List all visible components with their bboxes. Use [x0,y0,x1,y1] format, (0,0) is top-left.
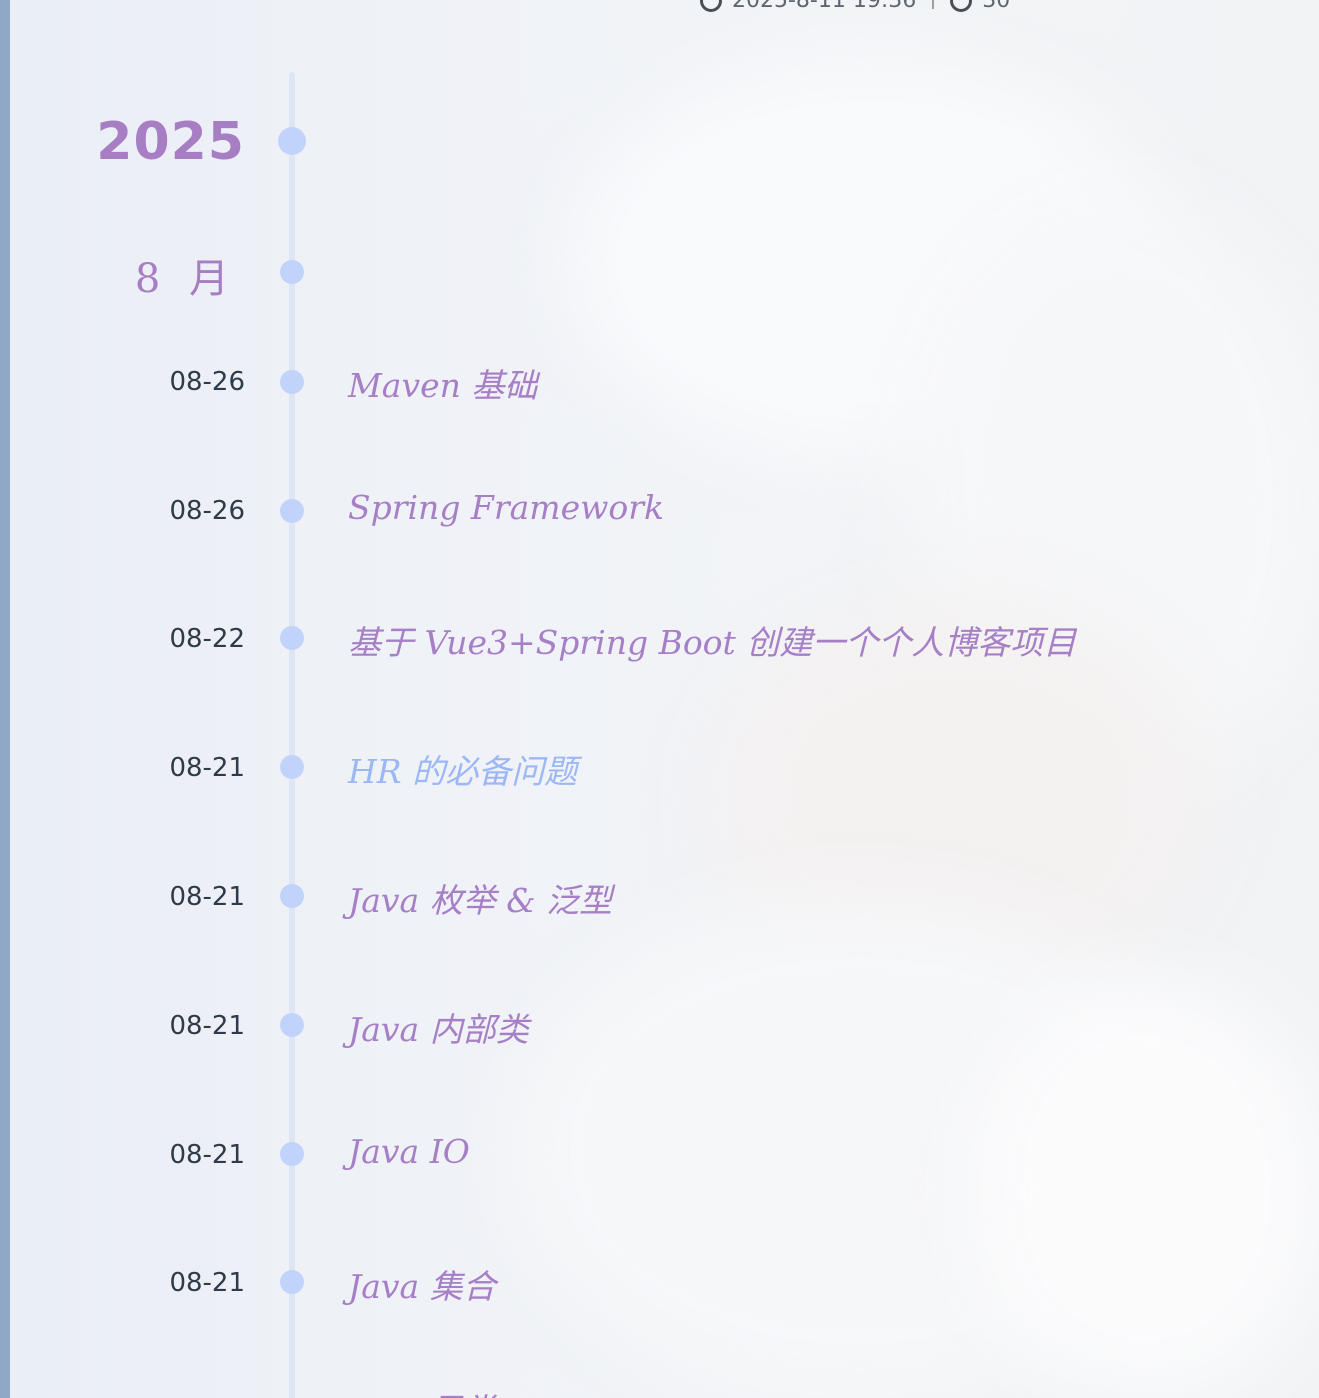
post-dot [280,755,304,779]
post-dot [280,884,304,908]
meta-divider [932,0,935,9]
post-link-java-collections[interactable]: Java 集合 [348,1260,496,1308]
post-views: 30 [982,0,1011,13]
post-date: 2025-8-11 19:36 [732,0,917,13]
post-date-label: 08-21 [169,1140,245,1170]
post-link-java-io[interactable]: Java IO [348,1132,470,1171]
year-dot [278,127,306,155]
month-dot [280,260,304,284]
post-dot [280,1270,304,1294]
post-dot [280,626,304,650]
post-dot [280,499,304,523]
post-link-hr-questions[interactable]: HR 的必备问题 [348,745,577,793]
post-date-label: 08-21 [169,1268,245,1298]
post-dot [280,370,304,394]
post-date-label: 08-21 [169,753,245,783]
background-artwork [10,0,1319,1398]
post-link-java-exceptions[interactable]: Java 异常 [348,1384,496,1398]
post-date-label: 08-21 [169,882,245,912]
post-link-vue3-spring-boot-blog[interactable]: 基于 Vue3+Spring Boot 创建一个个人博客项目 [348,616,1076,664]
post-link-java-enum-generics[interactable]: Java 枚举 & 泛型 [348,874,612,922]
post-link-spring-framework[interactable]: Spring Framework [348,488,664,527]
clock-icon [700,0,722,12]
post-link-java-inner-class[interactable]: Java 内部类 [348,1003,529,1051]
post-link-maven[interactable]: Maven 基础 [348,359,537,407]
post-date-label: 08-21 [169,1011,245,1041]
post-dot [280,1013,304,1037]
post-date-label: 08-22 [169,624,245,654]
left-edge-strip [0,0,10,1398]
timeline-month: 8 月 [134,256,237,302]
post-meta-bar: 2025-8-11 19:36 30 [700,0,1010,13]
post-date-label: 08-26 [169,496,245,526]
post-date-label: 08-26 [169,367,245,397]
post-dot [280,1142,304,1166]
timeline-year: 2025 [96,112,245,172]
eye-icon [950,0,973,12]
